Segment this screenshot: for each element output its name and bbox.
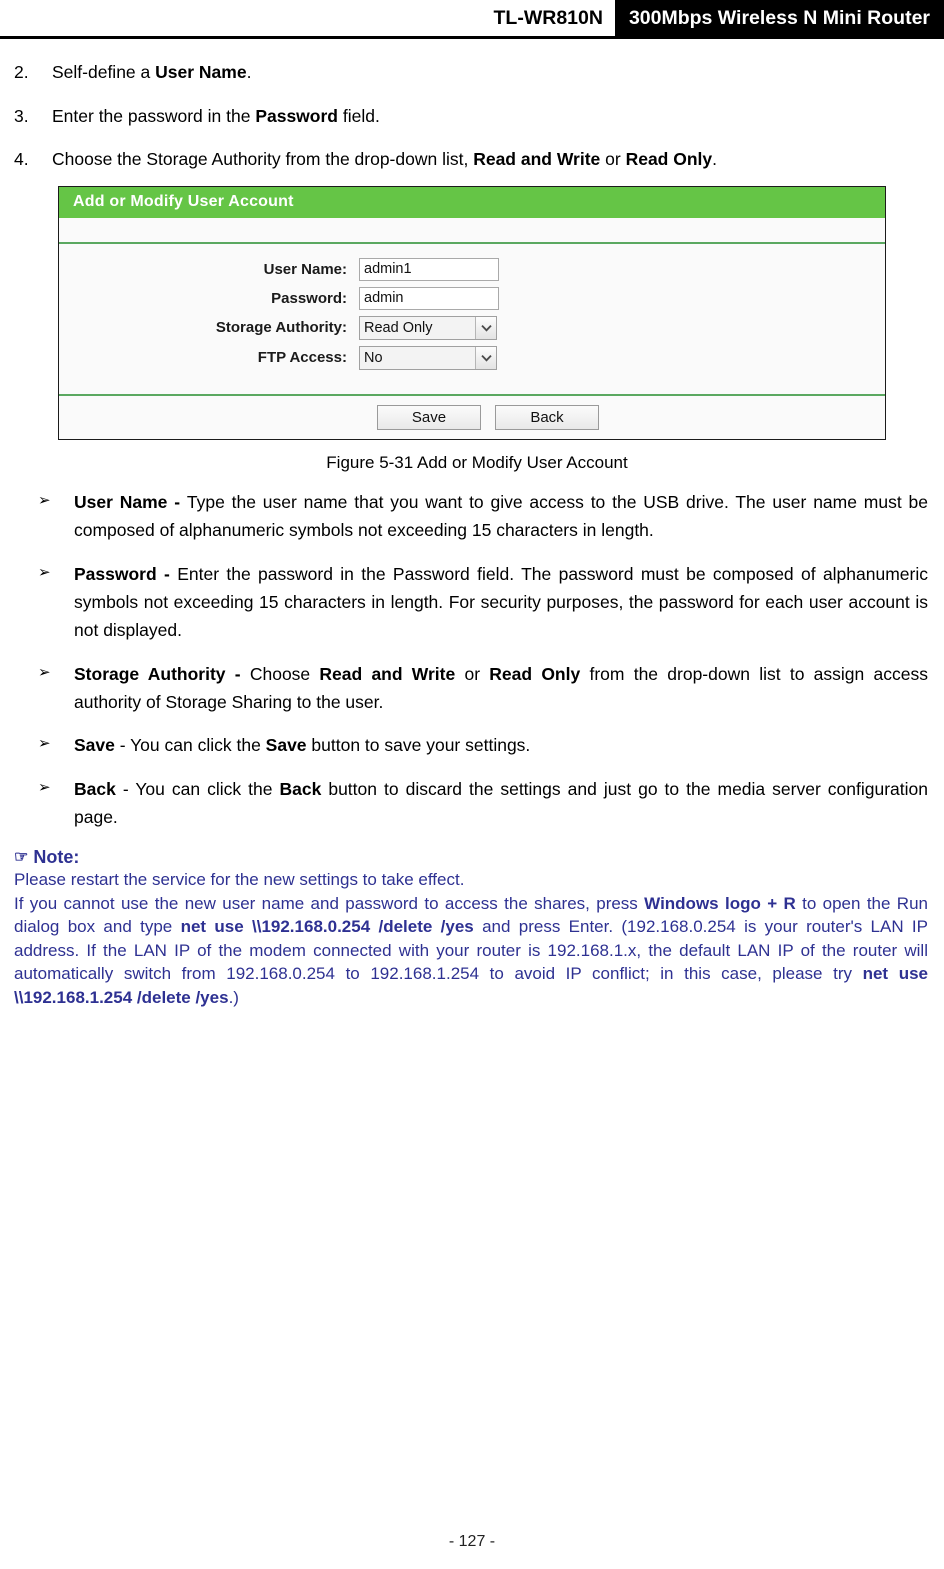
list-item: ➢ User Name - Type the user name that yo… [10, 488, 934, 545]
panel-form: User Name: Password: Storage Authority: … [59, 243, 885, 396]
step-item: 4. Choose the Storage Authority from the… [10, 148, 934, 172]
header-divider [0, 36, 944, 39]
note-title: Note: [33, 847, 80, 868]
panel-title-bar: Add or Modify User Account [59, 186, 885, 218]
form-row-user-name: User Name: [59, 257, 885, 281]
back-button[interactable]: Back [495, 404, 599, 430]
chevron-down-icon[interactable] [475, 316, 496, 339]
step-number: 3. [14, 105, 29, 126]
pointing-hand-icon: ☞ [14, 848, 29, 866]
ftp-access-label: FTP Access: [257, 349, 347, 367]
list-item-text: Save - You can click the Save button to … [74, 735, 531, 756]
note-block: ☞ Note: Please restart the service for t… [10, 847, 934, 1009]
form-row-ftp-access: FTP Access: No [59, 345, 885, 370]
arrow-bullet-icon: ➢ [38, 563, 51, 581]
page-number-footer: - 127 - [448, 1533, 496, 1550]
figure-caption: Figure 5-31 Add or Modify User Account [326, 452, 628, 472]
list-item-text: Storage Authority - Choose Read and Writ… [74, 663, 928, 712]
step-text: Choose the Storage Authority from the dr… [52, 149, 718, 170]
step-item: 2. Self-define a User Name. [10, 61, 934, 85]
chevron-down-icon[interactable] [475, 346, 496, 369]
list-item: ➢ Back - You can click the Back button t… [10, 775, 934, 832]
password-input[interactable] [359, 286, 499, 310]
form-row-storage-authority: Storage Authority: Read Only [59, 315, 885, 340]
step-item: 3. Enter the password in the Password fi… [10, 105, 934, 129]
header-product-name: 300Mbps Wireless N Mini Router [614, 0, 944, 36]
panel-spacer [59, 217, 885, 244]
step-text: Enter the password in the Password field… [52, 105, 380, 126]
user-name-input[interactable] [359, 257, 499, 281]
page-content: 2. Self-define a User Name. 3. Enter the… [0, 61, 944, 1009]
list-item: ➢ Storage Authority - Choose Read and Wr… [10, 660, 934, 717]
step-number: 2. [14, 62, 29, 82]
storage-authority-value: Read Only [360, 316, 475, 339]
arrow-bullet-icon: ➢ [38, 663, 51, 681]
arrow-bullet-icon: ➢ [38, 778, 51, 796]
step-text: Self-define a User Name. [52, 62, 252, 82]
form-row-password: Password: [59, 286, 885, 310]
arrow-bullet-icon: ➢ [38, 491, 51, 509]
header-model-name: TL-WR810N [483, 0, 615, 36]
ftp-access-select[interactable]: No [359, 345, 497, 370]
step-number: 4. [14, 149, 29, 170]
list-item-text: Back - You can click the Back button to … [74, 778, 928, 827]
list-item: ➢ Password - Enter the password in the P… [10, 560, 934, 645]
arrow-bullet-icon: ➢ [38, 735, 51, 753]
list-item: ➢ Save - You can click the Save button t… [10, 731, 934, 759]
note-heading: ☞ Note: [14, 847, 934, 868]
save-button[interactable]: Save [377, 404, 481, 430]
storage-authority-select[interactable]: Read Only [359, 315, 497, 340]
page-header: TL-WR810N 300Mbps Wireless N Mini Router [0, 0, 944, 36]
list-item-text: User Name - Type the user name that you … [74, 491, 928, 541]
panel-button-bar: Save Back [59, 395, 885, 439]
list-item-text: Password - Enter the password in the Pas… [74, 563, 928, 641]
figure-container: Add or Modify User Account User Name: Pa… [10, 185, 934, 440]
user-name-label: User Name: [263, 260, 347, 278]
ftp-access-value: No [360, 346, 475, 369]
password-label: Password: [271, 289, 347, 307]
router-admin-panel: Add or Modify User Account User Name: Pa… [58, 185, 886, 440]
note-body: If you cannot use the new user name and … [14, 893, 928, 1007]
storage-authority-label: Storage Authority: [215, 319, 347, 337]
note-line-1: Please restart the service for the new s… [14, 870, 465, 890]
